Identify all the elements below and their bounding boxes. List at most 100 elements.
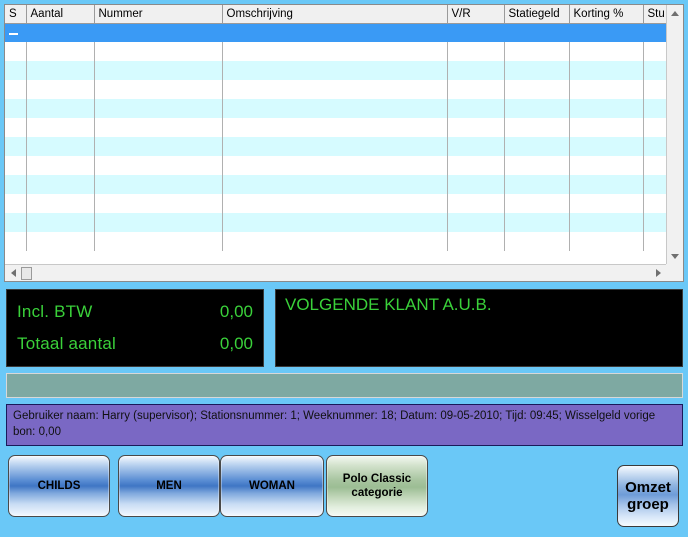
table-cell-nummer[interactable] — [94, 156, 223, 175]
table-cell-statiegeld[interactable] — [504, 194, 570, 213]
table-cell-stuk[interactable] — [643, 232, 666, 251]
table-cell-vr[interactable] — [447, 23, 505, 42]
table-cell-omschrijving[interactable] — [222, 80, 448, 99]
table-cell-s[interactable] — [5, 156, 27, 175]
table-cell-statiegeld[interactable] — [504, 175, 570, 194]
table-cell-statiegeld[interactable] — [504, 156, 570, 175]
table-cell-s[interactable] — [5, 213, 27, 232]
table-cell-korting[interactable] — [569, 137, 644, 156]
table-cell-vr[interactable] — [447, 99, 505, 118]
table-cell-s[interactable] — [5, 232, 27, 251]
table-cell-aantal[interactable] — [26, 99, 95, 118]
table-cell-vr[interactable] — [447, 175, 505, 194]
table-cell-aantal[interactable] — [26, 42, 95, 61]
table-cell-s[interactable] — [5, 175, 27, 194]
column-header-korting[interactable]: Korting % — [569, 5, 644, 24]
table-cell-aantal[interactable] — [26, 118, 95, 137]
table-cell-statiegeld[interactable] — [504, 61, 570, 80]
category-button-woman[interactable]: WOMAN — [220, 455, 324, 517]
omzet-groep-button[interactable]: Omzet groep — [617, 465, 679, 527]
table-cell-vr[interactable] — [447, 213, 505, 232]
table-cell-nummer[interactable] — [94, 137, 223, 156]
table-cell-vr[interactable] — [447, 194, 505, 213]
table-cell-korting[interactable] — [569, 232, 644, 251]
table-row[interactable] — [5, 42, 666, 61]
table-cell-vr[interactable] — [447, 61, 505, 80]
table-cell-stuk[interactable] — [643, 156, 666, 175]
table-cell-nummer[interactable] — [94, 99, 223, 118]
table-cell-aantal[interactable] — [26, 61, 95, 80]
table-cell-s[interactable] — [5, 137, 27, 156]
order-items-body[interactable] — [5, 23, 666, 251]
column-header-nummer[interactable]: Nummer — [94, 5, 223, 24]
table-cell-omschrijving[interactable] — [222, 99, 448, 118]
table-cell-stuk[interactable] — [643, 194, 666, 213]
table-cell-statiegeld[interactable] — [504, 213, 570, 232]
table-cell-omschrijving[interactable] — [222, 42, 448, 61]
table-cell-nummer[interactable] — [94, 80, 223, 99]
table-row[interactable] — [5, 118, 666, 137]
table-cell-stuk[interactable] — [643, 80, 666, 99]
table-cell-nummer[interactable] — [94, 42, 223, 61]
table-row[interactable] — [5, 194, 666, 213]
table-cell-s[interactable] — [5, 194, 27, 213]
table-row[interactable] — [5, 61, 666, 80]
table-cell-nummer[interactable] — [94, 23, 223, 42]
table-cell-s[interactable] — [5, 118, 27, 137]
column-header-s[interactable]: S — [5, 5, 27, 24]
table-cell-vr[interactable] — [447, 42, 505, 61]
table-cell-omschrijving[interactable] — [222, 156, 448, 175]
column-header-vr[interactable]: V/R — [447, 5, 505, 24]
table-cell-statiegeld[interactable] — [504, 80, 570, 99]
table-cell-s[interactable] — [5, 61, 27, 80]
table-cell-statiegeld[interactable] — [504, 99, 570, 118]
grid-horizontal-scrollbar[interactable] — [5, 264, 666, 281]
table-cell-omschrijving[interactable] — [222, 23, 448, 42]
table-cell-omschrijving[interactable] — [222, 213, 448, 232]
table-cell-omschrijving[interactable] — [222, 194, 448, 213]
horizontal-scroll-track[interactable] — [21, 265, 650, 281]
grid-scroll-area[interactable]: S Aantal Nummer Omschrijving V/R Statieg… — [5, 5, 666, 264]
table-cell-nummer[interactable] — [94, 61, 223, 80]
table-cell-vr[interactable] — [447, 156, 505, 175]
table-cell-statiegeld[interactable] — [504, 23, 570, 42]
table-cell-aantal[interactable] — [26, 156, 95, 175]
table-cell-statiegeld[interactable] — [504, 232, 570, 251]
grid-vertical-scrollbar[interactable] — [666, 5, 683, 264]
table-cell-korting[interactable] — [569, 156, 644, 175]
scroll-up-button[interactable] — [667, 5, 683, 21]
scroll-left-button[interactable] — [5, 265, 21, 281]
scroll-right-button[interactable] — [650, 265, 666, 281]
table-cell-nummer[interactable] — [94, 232, 223, 251]
table-row[interactable] — [5, 137, 666, 156]
table-row[interactable] — [5, 232, 666, 251]
table-cell-omschrijving[interactable] — [222, 232, 448, 251]
table-cell-stuk[interactable] — [643, 23, 666, 42]
column-header-aantal[interactable]: Aantal — [26, 5, 95, 24]
table-row[interactable] — [5, 213, 666, 232]
table-row[interactable] — [5, 156, 666, 175]
table-cell-korting[interactable] — [569, 175, 644, 194]
table-row[interactable] — [5, 23, 666, 42]
table-cell-aantal[interactable] — [26, 175, 95, 194]
table-cell-korting[interactable] — [569, 23, 644, 42]
table-cell-korting[interactable] — [569, 118, 644, 137]
table-cell-korting[interactable] — [569, 80, 644, 99]
table-cell-korting[interactable] — [569, 213, 644, 232]
table-cell-korting[interactable] — [569, 99, 644, 118]
table-cell-aantal[interactable] — [26, 137, 95, 156]
table-cell-stuk[interactable] — [643, 61, 666, 80]
table-cell-omschrijving[interactable] — [222, 137, 448, 156]
table-cell-nummer[interactable] — [94, 175, 223, 194]
table-cell-vr[interactable] — [447, 137, 505, 156]
table-cell-korting[interactable] — [569, 42, 644, 61]
table-cell-statiegeld[interactable] — [504, 118, 570, 137]
table-cell-vr[interactable] — [447, 232, 505, 251]
table-cell-stuk[interactable] — [643, 137, 666, 156]
table-cell-s[interactable] — [5, 99, 27, 118]
table-cell-stuk[interactable] — [643, 213, 666, 232]
table-cell-aantal[interactable] — [26, 194, 95, 213]
table-row[interactable] — [5, 175, 666, 194]
table-cell-omschrijving[interactable] — [222, 175, 448, 194]
table-cell-omschrijving[interactable] — [222, 118, 448, 137]
